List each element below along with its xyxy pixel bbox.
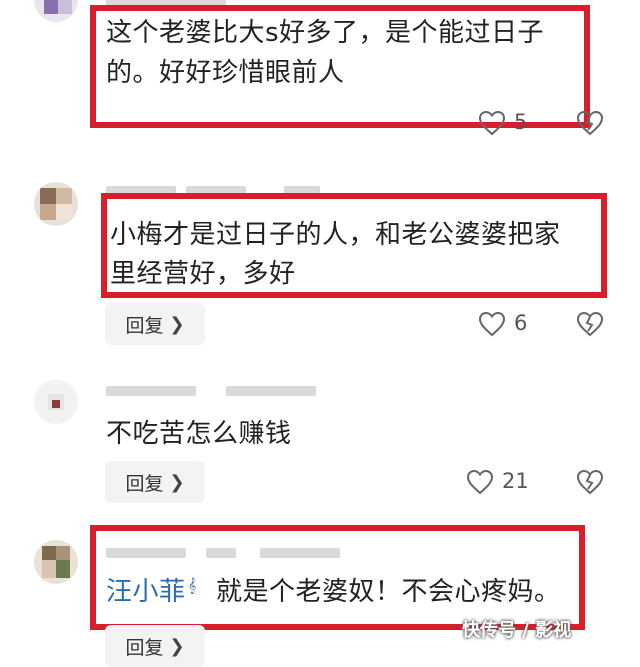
chevron-right-icon: ❯ — [169, 313, 185, 335]
avatar[interactable] — [34, 540, 78, 584]
avatar[interactable] — [34, 380, 78, 424]
comment-text: 的。好好珍惜眼前人 — [106, 58, 345, 88]
heart-icon[interactable] — [478, 110, 506, 136]
dislike-heart-icon[interactable] — [576, 311, 604, 337]
username-blurred — [226, 386, 316, 396]
mention-icon: 𝄞 — [188, 578, 197, 594]
watermark: 快传号 / 影视 — [462, 620, 572, 641]
heart-icon[interactable] — [478, 311, 506, 337]
avatar[interactable] — [34, 182, 78, 226]
chevron-right-icon: ❯ — [169, 471, 185, 493]
reply-label: 回复 — [125, 314, 164, 337]
username-blurred — [106, 548, 186, 558]
reply-button[interactable]: 回复 ❯ — [105, 461, 205, 503]
comment-text: 这个老婆比大s好多了，是个能过日子 — [106, 18, 545, 48]
dislike-heart-icon[interactable] — [576, 110, 604, 136]
like-count: 6 — [514, 311, 528, 335]
dislike-heart-icon[interactable] — [576, 469, 604, 495]
reply-button[interactable]: 回复 ❯ — [105, 625, 205, 667]
mention-username[interactable]: 汪小菲 — [106, 572, 186, 612]
reply-button[interactable]: 回复 ❯ — [105, 303, 205, 345]
like-count: 21 — [502, 469, 529, 493]
like-count: 5 — [514, 110, 528, 134]
reply-label: 回复 — [125, 472, 164, 495]
avatar[interactable] — [34, 0, 78, 22]
comment-text: 里经营好，多好 — [110, 259, 296, 289]
username-blurred — [260, 548, 340, 558]
comment-text: 就是个老婆奴！不会心疼妈。 — [216, 577, 561, 607]
username-blurred — [206, 548, 236, 558]
comment-text: 不吃苦怎么赚钱 — [106, 419, 292, 449]
heart-icon[interactable] — [466, 469, 494, 495]
reply-label: 回复 — [125, 636, 164, 659]
chevron-right-icon: ❯ — [169, 635, 185, 657]
comment-text: 小梅才是过日子的人，和老公婆婆把家 — [110, 220, 561, 250]
username-blurred — [106, 386, 196, 396]
